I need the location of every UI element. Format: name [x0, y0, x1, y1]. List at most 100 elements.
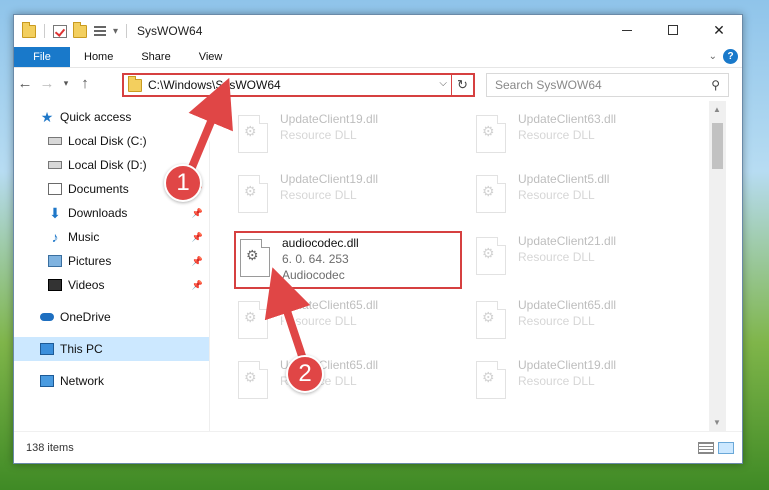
- forward-arrow-icon[interactable]: →: [36, 75, 58, 92]
- tab-share[interactable]: Share: [127, 47, 184, 67]
- drive-icon: [48, 161, 62, 169]
- callout-badge-2: 2: [286, 355, 324, 393]
- expand-ribbon-icon[interactable]: ⌄: [709, 51, 717, 62]
- tab-home[interactable]: Home: [70, 47, 127, 67]
- file-item[interactable]: ⚙ UpdateClient5.dll Resource DLL: [472, 169, 700, 227]
- sidebar-item-music[interactable]: ♪ Music 📌: [14, 225, 209, 249]
- search-icon[interactable]: ⚲: [711, 78, 720, 92]
- pictures-icon: [48, 255, 62, 267]
- minimize-icon: [622, 29, 632, 31]
- music-icon: ♪: [51, 229, 59, 245]
- file-item[interactable]: ⚙ UpdateClient65.dllResource DLL: [234, 355, 462, 413]
- gear-icon: ⚙: [482, 309, 495, 325]
- file-item[interactable]: ⚙ UpdateClient65.dllResource DLL: [234, 295, 462, 353]
- file-type: Resource DLL: [518, 188, 595, 202]
- chevron-down-icon[interactable]: ▾: [113, 26, 118, 37]
- file-item[interactable]: ⚙ UpdateClient63.dll Resource DLL: [472, 109, 700, 167]
- navigation-pane: ★ Quick access Local Disk (C:) Local Dis…: [14, 101, 210, 431]
- recent-locations-icon[interactable]: ▾: [58, 78, 74, 89]
- pin-icon[interactable]: 📌: [192, 232, 203, 243]
- search-input[interactable]: Search SysWOW64 ⚲: [486, 73, 729, 97]
- gear-icon: ⚙: [482, 183, 495, 199]
- address-bar[interactable]: C:\Windows\SysWOW64 ⌵ ↻: [122, 73, 475, 97]
- pin-icon[interactable]: 📌: [192, 208, 203, 219]
- status-bar: 138 items: [14, 431, 742, 463]
- back-arrow-icon[interactable]: ←: [14, 75, 36, 92]
- tab-view[interactable]: View: [185, 47, 237, 67]
- sidebar-item-label: Local Disk (D:): [68, 158, 147, 172]
- sidebar-item-label: This PC: [60, 342, 103, 356]
- documents-icon: [48, 183, 62, 195]
- file-type: Resource DLL: [280, 314, 357, 328]
- view-buttons: [698, 442, 734, 454]
- toolbar-separator: [126, 24, 128, 38]
- quick-access-toolbar: ▾: [22, 21, 129, 38]
- sidebar-item-quick-access[interactable]: ★ Quick access: [14, 105, 209, 129]
- sidebar-item-network[interactable]: Network: [14, 369, 209, 393]
- toolbar-separator: [44, 24, 45, 38]
- customize-toolbar-icon[interactable]: [93, 24, 107, 38]
- gear-icon: ⚙: [244, 183, 257, 199]
- download-icon: ⬇: [49, 205, 61, 221]
- close-button[interactable]: ✕: [696, 15, 742, 45]
- details-view-icon[interactable]: [698, 442, 714, 454]
- tiles-view-icon[interactable]: [718, 442, 734, 454]
- file-item[interactable]: ⚙ UpdateClient19.dll Resource DLL: [472, 355, 700, 413]
- refresh-icon[interactable]: ↻: [451, 75, 473, 95]
- videos-icon: [48, 279, 62, 291]
- sidebar-item-onedrive[interactable]: OneDrive: [14, 305, 209, 329]
- network-icon: [40, 375, 54, 387]
- file-name: UpdateClient19.dll: [518, 358, 617, 372]
- pin-icon[interactable]: 📌: [192, 280, 203, 291]
- properties-icon[interactable]: [53, 24, 67, 38]
- maximize-button[interactable]: [650, 15, 696, 45]
- sidebar-item-label: Local Disk (C:): [68, 134, 147, 148]
- sidebar-item-this-pc[interactable]: This PC: [14, 337, 209, 361]
- file-item[interactable]: ⚙ UpdateClient19.dll Resource DLL: [234, 169, 462, 227]
- new-folder-icon[interactable]: [73, 21, 87, 38]
- onedrive-icon: [40, 313, 54, 321]
- pin-icon[interactable]: 📌: [192, 256, 203, 267]
- file-item[interactable]: ⚙ UpdateClient21.dll Resource DLL: [472, 231, 700, 289]
- sidebar-item-label: Downloads: [68, 206, 128, 220]
- drive-icon: [48, 137, 62, 145]
- vertical-scrollbar[interactable]: ▲ ▼: [709, 101, 726, 431]
- callout-badge-1: 1: [164, 164, 202, 202]
- file-name: UpdateClient19.dll: [280, 112, 379, 126]
- file-item-audiocodec[interactable]: ⚙ audiocodec.dll 6. 0. 64. 253 Audiocodec: [234, 231, 462, 289]
- file-name: UpdateClient63.dll: [518, 112, 617, 126]
- ribbon-right: ⌄ ?: [709, 49, 738, 64]
- sidebar-item-label: Music: [68, 230, 100, 244]
- ribbon-tabs: File Home Share View ⌄ ?: [14, 47, 742, 67]
- file-type: Resource DLL: [518, 314, 595, 328]
- scroll-down-icon[interactable]: ▼: [713, 418, 721, 427]
- file-type: Resource DLL: [518, 250, 595, 264]
- sidebar-item-pictures[interactable]: Pictures 📌: [14, 249, 209, 273]
- file-type: Resource DLL: [518, 128, 595, 142]
- sidebar-item-label: Pictures: [68, 254, 112, 268]
- minimize-button[interactable]: [604, 15, 650, 45]
- file-item[interactable]: ⚙ UpdateClient65.dllResource DLL: [472, 295, 700, 353]
- explorer-window: ▾ SysWOW64 ✕ File Home Share View ⌄ ? ← …: [13, 14, 743, 464]
- gear-icon: ⚙: [482, 245, 495, 261]
- scrollbar-thumb[interactable]: [712, 123, 723, 169]
- item-count: 138 items: [26, 441, 74, 454]
- file-type: Resource DLL: [280, 128, 357, 142]
- address-path[interactable]: C:\Windows\SysWOW64: [148, 78, 281, 92]
- maximize-icon: [668, 25, 678, 35]
- file-type: Resource DLL: [280, 188, 357, 202]
- sidebar-item-downloads[interactable]: ⬇ Downloads 📌: [14, 201, 209, 225]
- tab-file[interactable]: File: [14, 47, 70, 67]
- sidebar-item-videos[interactable]: Videos 📌: [14, 273, 209, 297]
- file-item[interactable]: ⚙ UpdateClient19.dll Resource DLL: [234, 109, 462, 167]
- help-icon[interactable]: ?: [723, 49, 738, 64]
- sidebar-item-label: Videos: [68, 278, 105, 292]
- up-arrow-icon[interactable]: ↑: [74, 75, 96, 92]
- gear-icon: ⚙: [244, 309, 257, 325]
- search-placeholder: Search SysWOW64: [495, 78, 602, 92]
- scroll-up-icon[interactable]: ▲: [713, 105, 721, 114]
- sidebar-item-local-disk-c[interactable]: Local Disk (C:): [14, 129, 209, 153]
- chevron-down-icon[interactable]: ⌵: [439, 78, 447, 89]
- file-type: Resource DLL: [518, 374, 595, 388]
- window-title: SysWOW64: [137, 24, 203, 38]
